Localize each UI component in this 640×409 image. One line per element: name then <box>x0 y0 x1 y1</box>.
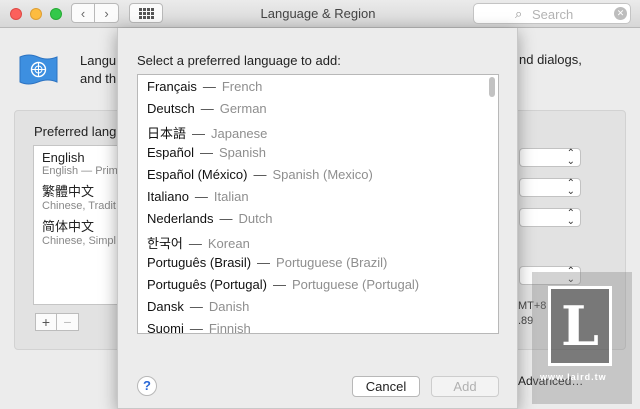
language-name: English <box>42 150 85 165</box>
list-item[interactable]: Français — French <box>147 79 262 101</box>
chevron-updown-icon: ⌃ ⌄ <box>566 178 575 197</box>
add-button[interactable]: Add <box>431 376 499 397</box>
preferred-languages-list[interactable]: English English — Prim 繁體中文 Chinese, Tra… <box>33 145 123 305</box>
list-item[interactable]: 繁體中文 Chinese, Tradit <box>34 177 122 212</box>
english-name: French <box>221 79 263 94</box>
native-name: Español <box>147 145 194 160</box>
native-name: Français <box>147 79 197 94</box>
list-scrollbar[interactable] <box>488 77 496 333</box>
calendar-popup[interactable]: ⌃ ⌄ <box>519 208 581 227</box>
search-input[interactable]: ⌕ Search ✕ <box>473 3 631 24</box>
list-item[interactable]: 日本語 — Japanese <box>147 123 267 145</box>
header-line-2: and th <box>80 71 117 86</box>
list-item[interactable]: 简体中文 Chinese, Simpl <box>34 212 122 247</box>
language-detail: Chinese, Tradit <box>42 200 116 212</box>
native-name: 日本語 <box>147 126 187 141</box>
help-button[interactable]: ? <box>137 376 157 396</box>
title-bar: ‹ › Language & Region ⌕ Search ✕ <box>0 0 640 28</box>
cancel-button[interactable]: Cancel <box>352 376 420 397</box>
list-item[interactable]: Português (Portugal) — Portuguese (Portuga… <box>147 277 419 299</box>
language-detail: Chinese, Simpl <box>42 235 116 247</box>
english-name: Dutch <box>238 211 273 226</box>
separator: — <box>189 321 203 334</box>
preferred-languages-label: Preferred lang <box>34 124 117 139</box>
native-name: Nederlands <box>147 211 214 226</box>
separator: — <box>192 126 206 141</box>
first-day-popup[interactable]: ⌃ ⌄ <box>519 178 581 197</box>
header-description-right: nd dialogs, <box>519 52 582 67</box>
english-name: Japanese <box>211 126 268 141</box>
english-name: Danish <box>208 299 250 314</box>
language-choice-list[interactable]: Français — French Deutsch — German 日本語 — Japan… <box>137 74 499 334</box>
add-language-button[interactable]: + <box>35 313 57 331</box>
native-name: Deutsch <box>147 101 195 116</box>
native-name: Suomi <box>147 321 184 334</box>
list-item[interactable]: Español — Spanish <box>147 145 266 167</box>
english-name: Korean <box>207 236 250 251</box>
region-popup[interactable]: ⌃ ⌄ <box>519 148 581 167</box>
separator: — <box>189 299 203 314</box>
list-item[interactable]: Suomi — Finnish <box>147 321 251 334</box>
english-name: Finnish <box>208 321 251 334</box>
watermark: L www.laird.tw <box>532 272 632 404</box>
list-item[interactable]: Português (Brasil) — Portuguese (Brazil) <box>147 255 387 277</box>
english-name: Portuguese (Portugal) <box>291 277 420 292</box>
separator: — <box>199 145 213 160</box>
native-name: Español (México) <box>147 167 248 182</box>
watermark-logo: L <box>548 286 612 366</box>
list-item[interactable]: 한국어 — Korean <box>147 233 250 255</box>
separator: — <box>253 167 267 182</box>
separator: — <box>202 79 216 94</box>
add-language-sheet: Select a preferred language to add: Fran… <box>117 28 518 409</box>
language-detail: English — Prim <box>42 165 118 177</box>
remove-language-button[interactable]: − <box>57 313 79 331</box>
native-name: Português (Brasil) <box>147 255 252 270</box>
native-name: Dansk <box>147 299 184 314</box>
region-sample-number: .89 <box>518 315 534 327</box>
english-name: German <box>219 101 267 116</box>
english-name: Spanish (Mexico) <box>272 167 373 182</box>
list-item[interactable]: Deutsch — German <box>147 101 267 123</box>
english-name: Portuguese (Brazil) <box>276 255 388 270</box>
language-name: 简体中文 <box>42 219 95 234</box>
separator: — <box>257 255 271 270</box>
list-item[interactable]: Español (México) — Spanish (Mexico) <box>147 167 373 189</box>
separator: — <box>200 101 214 116</box>
separator: — <box>194 189 208 204</box>
chevron-updown-icon: ⌃ ⌄ <box>566 208 575 227</box>
english-name: Italian <box>213 189 249 204</box>
sheet-title: Select a preferred language to add: <box>137 53 341 68</box>
list-item[interactable]: Nederlands — Dutch <box>147 211 272 233</box>
list-item[interactable]: Italiano — Italian <box>147 189 249 211</box>
search-icon: ⌕ <box>515 6 523 21</box>
list-item[interactable]: English English — Prim <box>34 146 122 177</box>
separator: — <box>219 211 233 226</box>
search-placeholder: Search <box>532 7 574 22</box>
watermark-text: www.laird.tw <box>540 372 607 382</box>
english-name: Spanish <box>218 145 266 160</box>
separator: — <box>188 236 202 251</box>
header-line-1: Langu <box>80 53 117 68</box>
watermark-letter: L <box>561 294 599 358</box>
language-name: 繁體中文 <box>42 184 95 199</box>
native-name: 한국어 <box>147 236 183 251</box>
un-flag-icon <box>19 54 58 85</box>
chevron-updown-icon: ⌃ ⌄ <box>566 148 575 167</box>
list-item[interactable]: Dansk — Danish <box>147 299 249 321</box>
separator: — <box>272 277 286 292</box>
scroll-thumb[interactable] <box>489 77 495 97</box>
native-name: Português (Portugal) <box>147 277 267 292</box>
clear-search-icon[interactable]: ✕ <box>614 7 627 20</box>
native-name: Italiano <box>147 189 189 204</box>
